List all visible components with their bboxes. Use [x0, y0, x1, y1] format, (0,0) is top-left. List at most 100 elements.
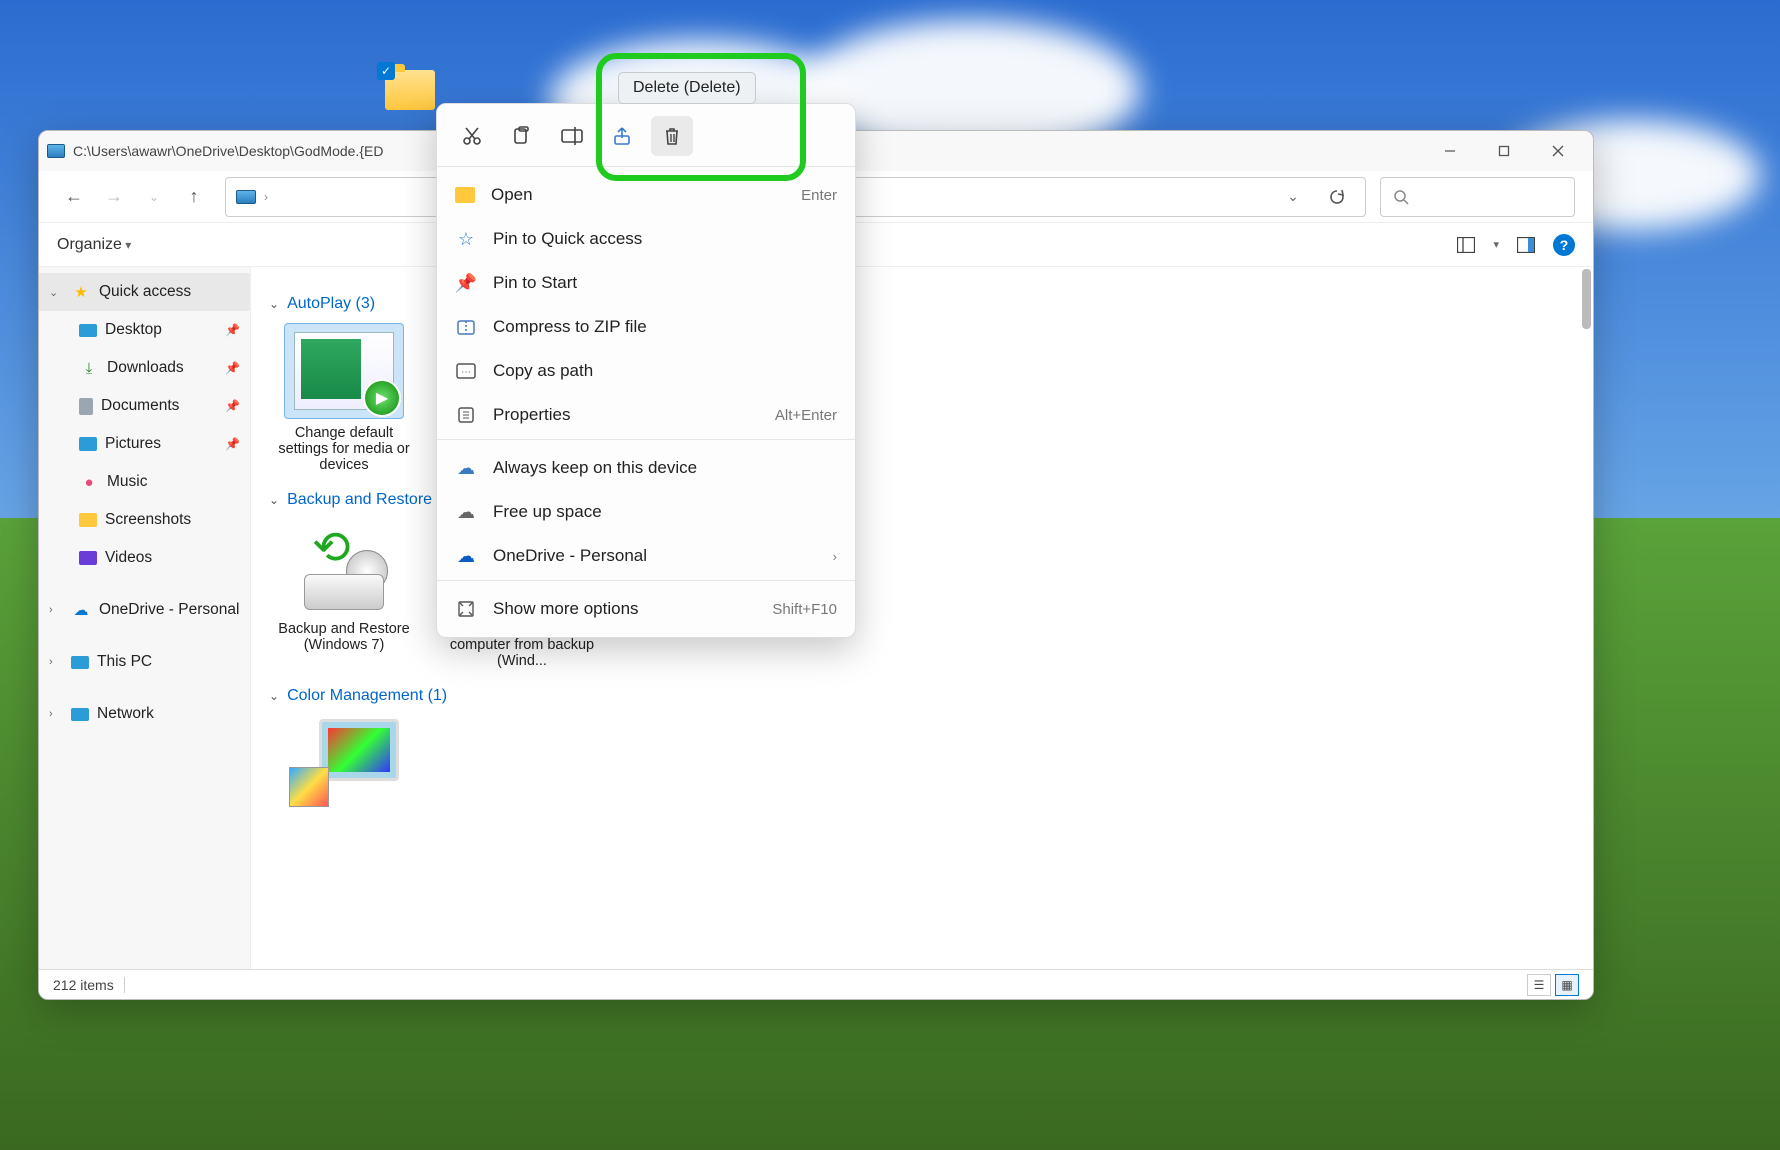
monitor-icon	[71, 656, 89, 669]
sidebar-videos[interactable]: Videos	[39, 539, 250, 577]
back-button[interactable]: ←	[57, 180, 91, 214]
pin-icon: 📌	[225, 361, 240, 375]
forward-button[interactable]: →	[97, 180, 131, 214]
copy-button[interactable]	[501, 116, 543, 156]
sidebar-item-label: Documents	[101, 397, 179, 415]
sidebar-desktop[interactable]: Desktop 📌	[39, 311, 250, 349]
maximize-button[interactable]	[1477, 132, 1531, 170]
sidebar-quick-access[interactable]: ⌄ ★ Quick access	[39, 273, 250, 311]
star-outline-icon: ☆	[455, 229, 477, 250]
video-icon	[79, 551, 97, 565]
menu-onedrive[interactable]: ☁ OneDrive - Personal ›	[437, 534, 855, 578]
sidebar-item-label: Downloads	[107, 359, 184, 377]
star-icon: ★	[71, 283, 91, 301]
menu-copy-path[interactable]: ⋯ Copy as path	[437, 349, 855, 393]
chevron-down-icon: ⌄	[269, 297, 279, 311]
item-autoplay-settings[interactable]: Change default settings for media or dev…	[269, 323, 419, 473]
menu-compress-zip[interactable]: Compress to ZIP file	[437, 305, 855, 349]
sidebar-network[interactable]: › Network	[39, 695, 250, 733]
autoplay-thumb-icon	[294, 332, 394, 410]
menu-label: Open	[491, 185, 533, 205]
menu-label: Copy as path	[493, 361, 593, 381]
explorer-icon	[47, 144, 65, 158]
menu-label: Properties	[493, 405, 570, 425]
item-color-management[interactable]	[269, 715, 419, 817]
menu-pin-start[interactable]: 📌 Pin to Start	[437, 261, 855, 305]
preview-pane-icon	[1517, 237, 1535, 253]
breadcrumb-sep: ›	[264, 190, 268, 204]
sidebar-documents[interactable]: Documents 📌	[39, 387, 250, 425]
menu-free-space[interactable]: ☁ Free up space	[437, 490, 855, 534]
layout-dropdown-icon[interactable]: ▾	[1493, 238, 1499, 251]
scrollbar[interactable]	[1582, 269, 1591, 329]
status-bar: 212 items ☰ ▦	[39, 969, 1593, 999]
organize-menu[interactable]: Organize	[57, 236, 131, 254]
close-button[interactable]	[1531, 132, 1585, 170]
sidebar-item-label: Desktop	[105, 321, 162, 339]
desktop-folder-icon[interactable]: ✓	[380, 70, 440, 125]
folder-open-icon	[455, 187, 475, 203]
maximize-icon	[1498, 145, 1510, 157]
cloud-outline-icon: ☁	[455, 502, 477, 523]
delete-button[interactable]	[651, 116, 693, 156]
menu-label: OneDrive - Personal	[493, 546, 647, 566]
group-label: AutoPlay (3)	[287, 295, 375, 313]
menu-separator	[437, 580, 855, 581]
help-button[interactable]: ?	[1553, 234, 1575, 256]
sidebar-item-label: Quick access	[99, 283, 191, 301]
menu-properties[interactable]: Properties Alt+Enter	[437, 393, 855, 437]
color-mgmt-thumb-icon	[289, 719, 399, 807]
recent-dropdown[interactable]: ⌄	[137, 180, 171, 214]
sidebar-downloads[interactable]: ⤓ Downloads 📌	[39, 349, 250, 387]
context-menu-quick-actions	[437, 104, 855, 164]
zip-icon	[455, 318, 477, 336]
sidebar-item-label: Videos	[105, 549, 152, 567]
item-label: Change default settings for media or dev…	[269, 425, 419, 473]
menu-pin-quick-access[interactable]: ☆ Pin to Quick access	[437, 217, 855, 261]
item-count: 212 items	[53, 977, 114, 993]
svg-text:⋯: ⋯	[461, 367, 471, 378]
cloud-sync-icon: ☁	[455, 458, 477, 479]
icons-view-button[interactable]: ▦	[1555, 974, 1579, 996]
desktop-icon	[79, 324, 97, 337]
share-button[interactable]	[601, 116, 643, 156]
folder-icon	[79, 513, 97, 527]
search-box[interactable]	[1380, 177, 1575, 217]
layout-icon	[1457, 237, 1475, 253]
menu-shortcut: Alt+Enter	[775, 407, 837, 424]
music-icon: ●	[79, 473, 99, 491]
navigation-pane: ⌄ ★ Quick access Desktop 📌 ⤓ Downloads 📌…	[39, 267, 251, 969]
cut-button[interactable]	[451, 116, 493, 156]
item-backup-restore[interactable]: ⟲ Backup and Restore (Windows 7)	[269, 519, 419, 669]
onedrive-icon: ☁	[455, 546, 477, 567]
history-dropdown[interactable]: ⌄	[1275, 179, 1311, 215]
pin-icon: 📌	[225, 323, 240, 337]
menu-always-keep[interactable]: ☁ Always keep on this device	[437, 446, 855, 490]
sidebar-music[interactable]: ● Music	[39, 463, 250, 501]
search-icon	[1393, 189, 1409, 205]
group-header-color[interactable]: ⌄ Color Management (1)	[269, 687, 1575, 705]
menu-open[interactable]: Open Enter	[437, 173, 855, 217]
up-button[interactable]: ↑	[177, 180, 211, 214]
menu-label: Always keep on this device	[493, 458, 697, 478]
network-icon	[71, 708, 89, 721]
layout-button[interactable]	[1455, 234, 1477, 256]
menu-show-more[interactable]: Show more options Shift+F10	[437, 587, 855, 631]
sidebar-screenshots[interactable]: Screenshots	[39, 501, 250, 539]
group-label: Color Management (1)	[287, 687, 447, 705]
menu-separator	[437, 439, 855, 440]
rename-button[interactable]	[551, 116, 593, 156]
sidebar-pictures[interactable]: Pictures 📌	[39, 425, 250, 463]
sidebar-onedrive[interactable]: › ☁ OneDrive - Personal	[39, 591, 250, 629]
properties-icon	[455, 406, 477, 424]
menu-separator	[437, 166, 855, 167]
sidebar-this-pc[interactable]: › This PC	[39, 643, 250, 681]
preview-pane-button[interactable]	[1515, 234, 1537, 256]
refresh-button[interactable]	[1319, 179, 1355, 215]
group-label: Backup and Restore	[287, 491, 432, 509]
sidebar-item-label: OneDrive - Personal	[99, 601, 239, 619]
menu-label: Free up space	[493, 502, 602, 522]
sidebar-item-label: Music	[107, 473, 147, 491]
minimize-button[interactable]	[1423, 132, 1477, 170]
details-view-button[interactable]: ☰	[1527, 974, 1551, 996]
